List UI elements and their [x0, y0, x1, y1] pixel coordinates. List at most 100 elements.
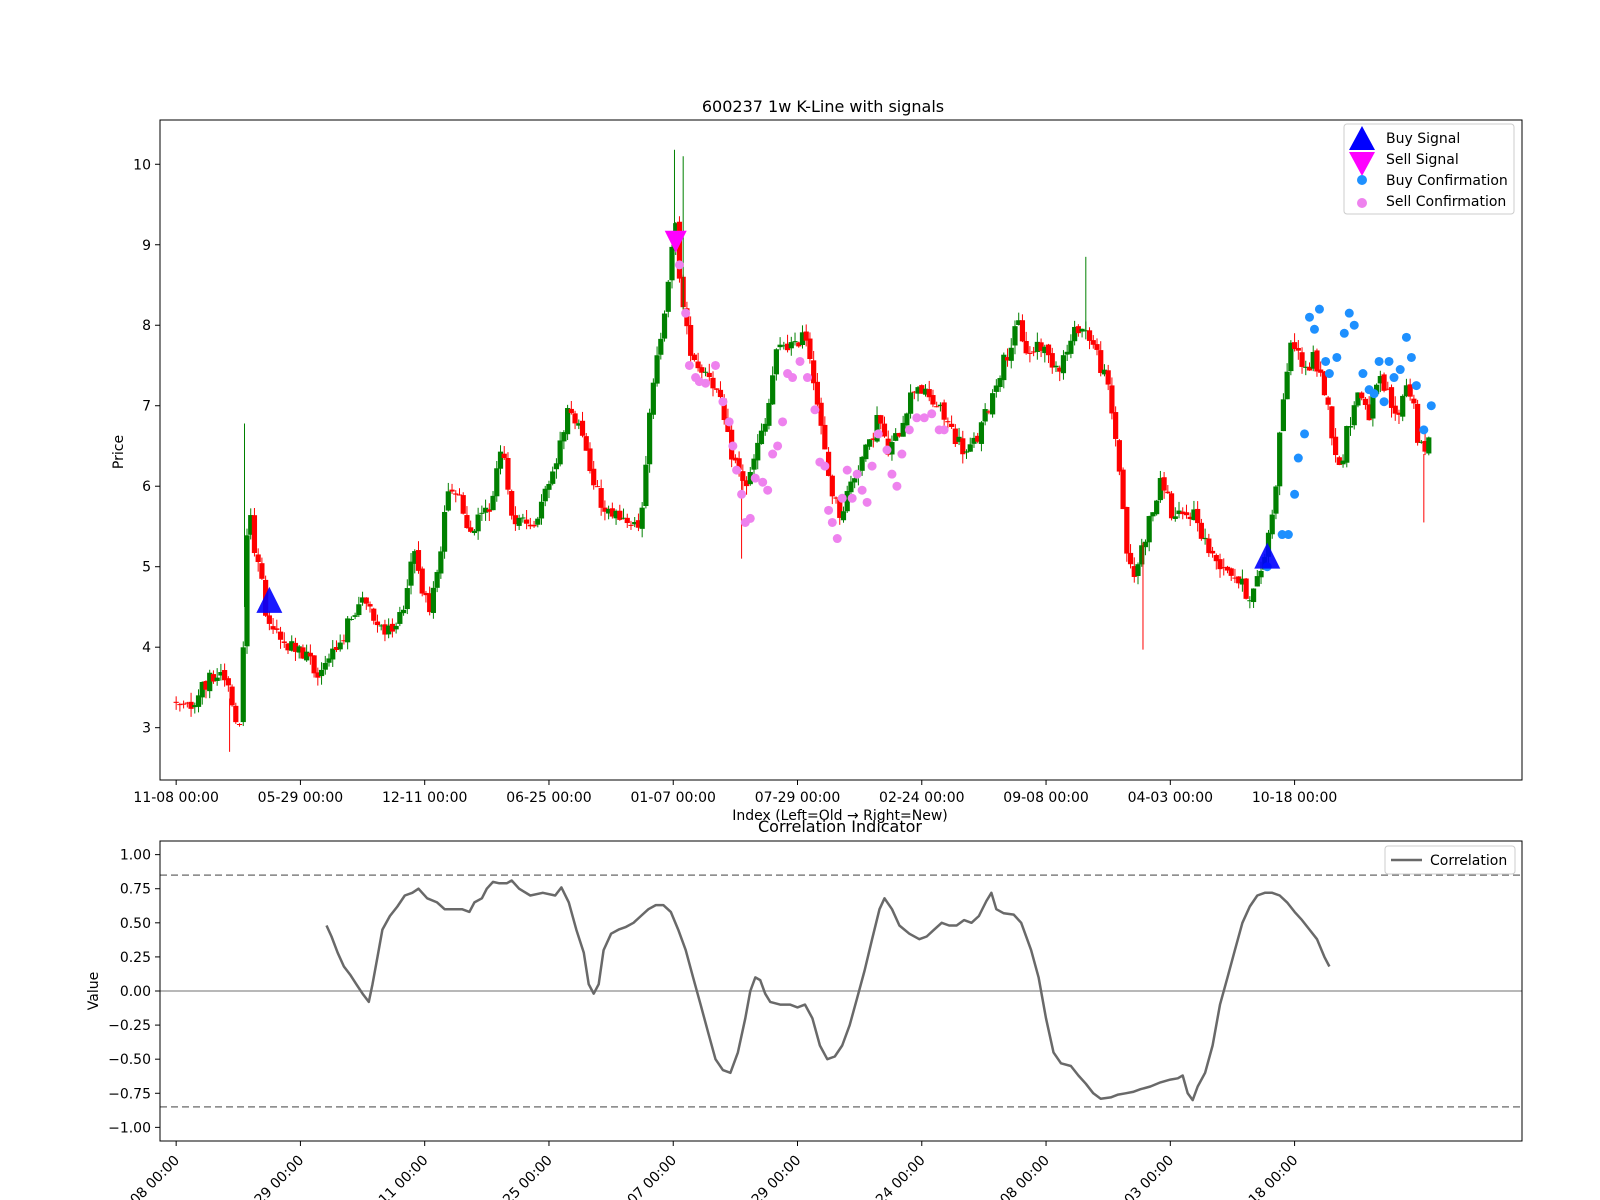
candle-body — [1329, 406, 1335, 439]
sell-confirmation-point — [939, 425, 949, 435]
sell-confirmation-point — [862, 497, 872, 507]
buy-confirmation-point — [1293, 453, 1303, 463]
candle-body — [878, 415, 884, 424]
candle-body — [579, 420, 586, 436]
candle-body — [441, 511, 448, 552]
candle-body — [1273, 486, 1279, 514]
sell-confirmation-point — [832, 534, 842, 544]
sell-confirmation-point — [737, 489, 747, 499]
candle-body — [460, 495, 466, 514]
candle-body — [277, 631, 284, 640]
sell-confirmation-point — [681, 308, 691, 318]
candle-body — [665, 281, 671, 312]
sell-confirmation-point — [724, 417, 734, 427]
sell-confirmation-point — [768, 449, 778, 459]
buy-confirmation-point — [1314, 304, 1324, 314]
candle-body — [419, 568, 425, 594]
kline-y-tick-label: 4 — [142, 640, 151, 656]
candle-body — [792, 341, 798, 343]
correlation-y-tick-label: −0.50 — [108, 1052, 151, 1068]
candle-body — [1183, 512, 1190, 516]
candle-body — [408, 561, 414, 586]
candle-body — [1344, 426, 1350, 463]
buy-confirmation-point — [1384, 356, 1394, 366]
buy-confirmation-point — [1411, 381, 1421, 391]
candle-body — [1023, 341, 1029, 354]
candle-body — [788, 342, 794, 349]
buy-confirmation-point — [1283, 530, 1293, 540]
candle-body — [807, 338, 813, 360]
kline-y-tick-label: 3 — [142, 721, 151, 737]
candle-body — [1124, 506, 1130, 554]
sell-confirmation-point — [745, 513, 755, 523]
candle-body — [1198, 522, 1204, 539]
kline-x-tick-label: 05-29 00:00 — [258, 790, 343, 806]
correlation-y-tick-label: −1.00 — [108, 1120, 151, 1136]
candle-body — [318, 669, 325, 677]
candle-body — [1094, 344, 1100, 350]
candle-body — [244, 535, 250, 647]
candle-body — [523, 519, 530, 524]
candle-body — [1325, 397, 1331, 405]
figure: 600237 1w K-Line with signals 345678910 … — [0, 0, 1600, 1200]
candle-body — [1351, 405, 1357, 426]
candle-body — [1165, 491, 1171, 494]
correlation-y-tick-label: 0.75 — [120, 882, 151, 898]
candle-body — [1359, 392, 1365, 399]
kline-y-tick-label: 9 — [142, 238, 151, 254]
kline-x-tick-label: 01-07 00:00 — [630, 790, 715, 806]
candle-body — [829, 475, 835, 497]
candle-body — [568, 408, 574, 414]
correlation-y-tick-label: 1.00 — [120, 848, 151, 864]
correlation-legend: Correlation — [1384, 845, 1516, 875]
candle-body — [706, 372, 712, 378]
candle-body — [479, 512, 485, 514]
candle-body — [654, 355, 660, 384]
candle-body — [982, 409, 988, 422]
sell-confirmation-point — [842, 465, 852, 475]
candle-body — [445, 491, 451, 511]
sell-confirmation-point — [820, 461, 830, 471]
candle-body — [1314, 350, 1320, 372]
candle-body — [572, 413, 578, 424]
buy-confirmation-point — [1419, 425, 1429, 435]
candle-body — [475, 514, 481, 532]
buy-confirmation-point — [1379, 397, 1389, 407]
candle-body — [490, 495, 496, 511]
candle-body — [464, 515, 470, 529]
candle-body — [848, 481, 854, 493]
candle-body — [1086, 330, 1093, 341]
candle-body — [930, 395, 936, 405]
candle-body — [949, 423, 955, 427]
sell-confirmation-point — [827, 517, 837, 527]
candle-body — [647, 412, 653, 465]
candle-body — [415, 550, 422, 571]
sell-confirmation-point — [795, 356, 805, 366]
candle-body — [658, 338, 664, 355]
kline-x-tick-label: 11-08 00:00 — [133, 790, 218, 806]
candle-body — [773, 349, 779, 375]
candle-body — [505, 458, 511, 490]
candle-body — [535, 518, 541, 525]
buy-confirmation-point — [1426, 401, 1436, 411]
candle-body — [1381, 374, 1387, 391]
candle-body — [236, 724, 243, 726]
candle-body — [863, 444, 869, 460]
correlation-y-label: Value — [86, 972, 102, 1010]
candle-body — [990, 393, 996, 415]
candle-body — [371, 608, 377, 621]
candle-body — [322, 662, 328, 670]
candle-body — [1146, 516, 1152, 543]
candle-body — [509, 491, 515, 516]
candle-body — [770, 375, 776, 405]
sell-confirmation-point — [718, 397, 728, 407]
candle-body — [1411, 398, 1417, 404]
candle-body — [1168, 493, 1175, 519]
kline-y-label: Price — [111, 435, 127, 469]
candle-body — [1060, 355, 1067, 374]
candle-body — [345, 618, 351, 643]
buy-confirmation-point — [1389, 373, 1399, 383]
sell-confirmation-point — [897, 449, 907, 459]
sell-confirmation-point — [852, 469, 862, 479]
candle-body — [550, 471, 556, 484]
